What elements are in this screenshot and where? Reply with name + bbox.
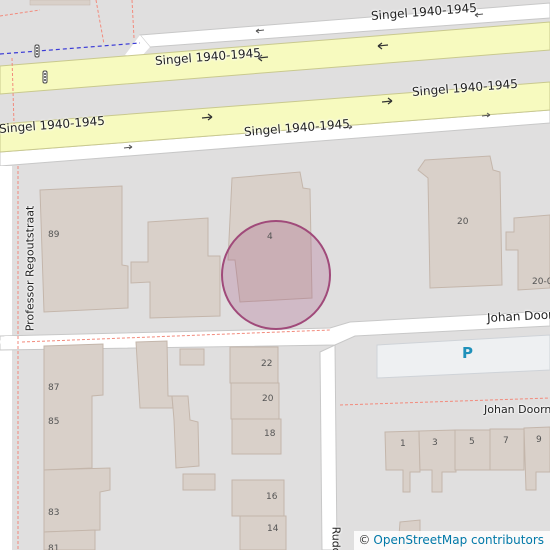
house-number: 4	[267, 232, 273, 242]
house-number: 22	[261, 359, 273, 369]
openstreetmap-link[interactable]: OpenStreetMap contributors	[373, 533, 544, 547]
building	[135, 340, 174, 409]
house-number: 3	[432, 438, 438, 448]
house-number: 20-0	[532, 277, 550, 287]
location-marker[interactable]	[221, 220, 331, 330]
traffic-signal-icon	[34, 44, 40, 58]
building	[179, 348, 205, 366]
road-label-professor-regoutstraat: Professor Regoutstraat	[23, 205, 37, 332]
building	[43, 467, 111, 533]
house-number: 9	[536, 435, 542, 445]
house-number: 83	[48, 508, 60, 518]
house-number: 18	[264, 429, 276, 439]
road-label-johan-doorn: Johan Door	[486, 307, 550, 325]
house-number: 20	[262, 394, 274, 404]
building	[29, 0, 91, 6]
traffic-signal-icon	[42, 70, 48, 84]
street-rudo	[319, 344, 338, 550]
copyright-icon: ©	[358, 533, 371, 547]
house-number: 20	[457, 217, 469, 227]
house-number: 81	[48, 544, 60, 550]
road-label-rudo: Rudo	[329, 526, 343, 550]
house-number: 14	[267, 524, 279, 534]
building	[454, 429, 491, 471]
building	[39, 185, 129, 313]
building	[182, 473, 216, 491]
house-number: 85	[48, 417, 60, 427]
street-professor-regoutstraat	[0, 166, 12, 550]
road-label-johan-doorn: Johan Doorn	[484, 403, 550, 416]
house-number: 7	[503, 436, 509, 446]
map-canvas[interactable]: Singel 1940-1945 Singel 1940-1945 Singel…	[0, 0, 550, 550]
house-number: 89	[48, 230, 60, 240]
footway-stub	[0, 336, 20, 348]
house-number: 87	[48, 383, 60, 393]
house-number: 16	[266, 492, 278, 502]
building	[239, 515, 287, 550]
house-number: 1	[400, 439, 406, 449]
parking-icon: P	[462, 344, 473, 362]
house-number: 5	[469, 437, 475, 447]
map-attribution: © OpenStreetMap contributors	[354, 531, 550, 550]
